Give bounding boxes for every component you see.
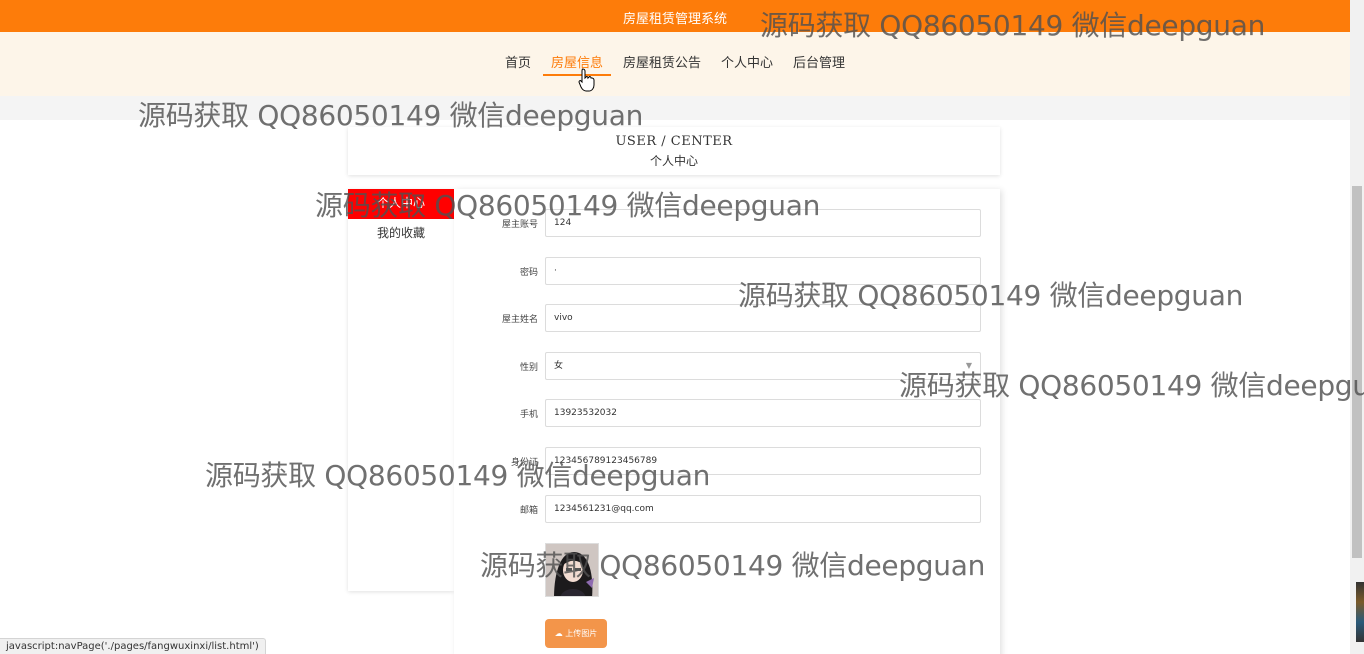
nav-item-admin[interactable]: 后台管理	[783, 56, 855, 76]
nav-item-home[interactable]: 首页	[495, 56, 541, 76]
hand-pointer-icon	[578, 68, 595, 92]
gender-select[interactable]: 女	[545, 352, 981, 380]
browser-extension-strip	[1356, 582, 1364, 642]
account-field[interactable]: 124	[545, 209, 981, 237]
field-label: 身份证	[510, 458, 538, 468]
field-label: 邮箱	[519, 506, 538, 516]
main-nav-band: 首页 房屋信息 房屋租赁公告 个人中心 后台管理	[0, 32, 1350, 96]
cloud-upload-icon: ☁	[554, 629, 563, 638]
upload-image-button[interactable]: ☁ 上传图片	[545, 619, 607, 648]
section-divider-band	[0, 96, 1350, 120]
field-label: 密码	[519, 268, 538, 278]
page-scrollbar[interactable]	[1350, 0, 1364, 654]
profile-form: 屋主账号 124 密码 · 屋主姓名 vivo 性别 女 ▼ 手机 139235…	[454, 189, 1000, 654]
email-field[interactable]: 1234561231@qq.com	[545, 495, 981, 523]
scrollbar-thumb[interactable]	[1352, 186, 1362, 558]
sidebar-item-favorites[interactable]: 我的收藏	[348, 219, 454, 249]
form-row-name: 屋主姓名 vivo	[454, 304, 1000, 332]
sidebar: 个人中心 我的收藏	[348, 189, 454, 591]
page-title-card: USER / CENTER 个人中心	[348, 127, 1000, 175]
nav-item-user-center[interactable]: 个人中心	[711, 56, 783, 76]
field-label: 屋主姓名	[501, 315, 538, 325]
page-title-en: USER / CENTER	[615, 134, 733, 149]
form-row-password: 密码 ·	[454, 257, 1000, 285]
upload-button-label: 上传图片	[565, 629, 598, 638]
chevron-down-icon: ▼	[965, 361, 972, 370]
form-row-account: 屋主账号 124	[454, 209, 1000, 237]
phone-field[interactable]: 13923532032	[545, 399, 981, 427]
page-title: 个人中心	[649, 154, 698, 168]
field-label: 屋主账号	[501, 220, 538, 230]
name-field[interactable]: vivo	[545, 304, 981, 332]
field-label: 性别	[519, 363, 538, 373]
form-row-email: 邮箱 1234561231@qq.com	[454, 495, 1000, 523]
form-row-phone: 手机 13923532032	[454, 399, 1000, 427]
form-row-id-card: 身份证 123456789123456789	[454, 447, 1000, 475]
form-row-gender: 性别 女 ▼	[454, 352, 1000, 380]
nav-item-house-info[interactable]: 房屋信息	[541, 56, 613, 76]
main-nav: 首页 房屋信息 房屋租赁公告 个人中心 后台管理	[0, 56, 1350, 76]
status-bar-url: javascript:navPage('./pages/fangwuxinxi/…	[0, 638, 266, 654]
field-label: 手机	[519, 410, 538, 420]
nav-item-rental-notice[interactable]: 房屋租赁公告	[613, 56, 711, 76]
id-card-field[interactable]: 123456789123456789	[545, 447, 981, 475]
password-field[interactable]: ·	[545, 257, 981, 285]
sidebar-item-user-center[interactable]: 个人中心	[348, 189, 454, 219]
top-header-bar: 房屋租赁管理系统	[0, 0, 1350, 32]
avatar[interactable]	[545, 543, 599, 597]
app-title: 房屋租赁管理系统	[622, 12, 727, 27]
